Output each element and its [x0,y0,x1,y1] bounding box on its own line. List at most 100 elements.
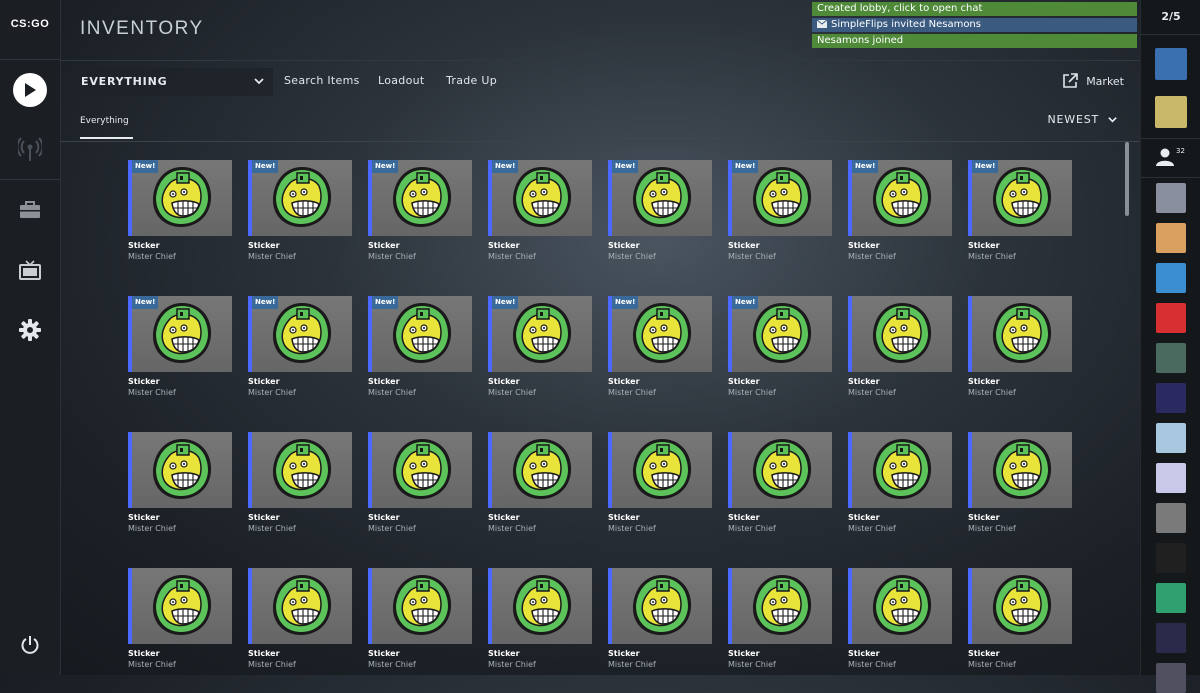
search-items-button[interactable]: Search Items [284,74,360,87]
friend-avatar[interactable] [1156,263,1186,293]
item-type: Sticker [368,513,400,522]
inventory-item[interactable]: Sticker Mister Chief [968,568,1072,670]
inventory-item[interactable]: New! Sticker Mister Chief [248,296,352,398]
inventory-item[interactable]: New! Sticker Mister Chief [608,296,712,398]
item-type: Sticker [128,377,160,386]
item-thumbnail [968,568,1072,644]
notification[interactable]: Created lobby, click to open chat [812,2,1137,16]
item-thumbnail: New! [968,160,1072,236]
inventory-item[interactable]: Sticker Mister Chief [488,568,592,670]
envelope-icon [816,19,828,28]
play-icon [13,73,47,107]
inventory-item[interactable]: Sticker Mister Chief [368,432,472,534]
inventory-item[interactable]: Sticker Mister Chief [608,568,712,670]
trade-up-button[interactable]: Trade Up [446,74,497,87]
item-thumbnail: New! [128,160,232,236]
item-name: Mister Chief [968,660,1016,669]
inventory-item[interactable]: New! Sticker Mister Chief [368,296,472,398]
item-thumbnail [608,568,712,644]
friend-avatar[interactable] [1156,463,1186,493]
friend-avatar[interactable] [1156,383,1186,413]
item-thumbnail [728,432,832,508]
watch-button[interactable] [0,250,60,290]
friend-avatar[interactable] [1156,583,1186,613]
inventory-item[interactable]: Sticker Mister Chief [848,296,952,398]
inventory-item[interactable]: New! Sticker Mister Chief [128,160,232,262]
market-button[interactable]: Market [1062,73,1124,89]
item-type: Sticker [848,649,880,658]
inventory-item[interactable]: Sticker Mister Chief [248,568,352,670]
social-panel: 2/5 32 [1140,0,1200,693]
sticker-image [269,164,335,234]
header: INVENTORY Created lobby, click to open c… [60,0,1140,60]
tab-everything[interactable]: Everything [80,116,129,126]
new-badge: New! [612,160,639,173]
party-member-avatar[interactable] [1155,96,1187,128]
sticker-image [149,300,215,370]
inventory-item[interactable]: Sticker Mister Chief [848,432,952,534]
friend-avatar[interactable] [1156,223,1186,253]
item-thumbnail: New! [488,160,592,236]
friend-avatar[interactable] [1156,543,1186,573]
item-name: Mister Chief [968,252,1016,261]
inventory-scrollbar[interactable] [1124,142,1130,672]
new-badge: New! [492,160,519,173]
inventory-item[interactable]: New! Sticker Mister Chief [248,160,352,262]
friend-avatar[interactable] [1156,303,1186,333]
item-type: Sticker [128,241,160,250]
party-member-avatar[interactable] [1155,48,1187,80]
inventory-item[interactable]: New! Sticker Mister Chief [128,296,232,398]
sort-select[interactable]: NEWEST [1047,113,1118,126]
inventory-item[interactable]: New! Sticker Mister Chief [728,296,832,398]
inventory-item[interactable]: Sticker Mister Chief [128,432,232,534]
friend-avatar[interactable] [1156,503,1186,533]
new-badge: New! [132,296,159,309]
inventory-item[interactable]: New! Sticker Mister Chief [488,296,592,398]
inventory-item[interactable]: Sticker Mister Chief [848,568,952,670]
inventory-item[interactable]: Sticker Mister Chief [128,568,232,670]
watch-broadcast-button[interactable] [0,130,60,170]
item-name: Mister Chief [728,524,776,533]
inventory-item[interactable]: Sticker Mister Chief [728,432,832,534]
sticker-image [749,436,815,506]
inventory-item[interactable]: New! Sticker Mister Chief [368,160,472,262]
new-badge: New! [732,160,759,173]
settings-button[interactable] [0,310,60,350]
loadout-button[interactable]: Loadout [378,74,425,87]
item-name: Mister Chief [128,524,176,533]
inventory-item[interactable]: New! Sticker Mister Chief [488,160,592,262]
notification[interactable]: Nesamons joined [812,34,1137,48]
quit-button[interactable] [0,625,60,665]
friend-avatar[interactable] [1156,663,1186,693]
friend-avatar[interactable] [1156,183,1186,213]
play-button[interactable] [0,70,60,110]
inventory-item[interactable]: Sticker Mister Chief [968,296,1072,398]
friend-avatar[interactable] [1156,623,1186,653]
category-filter-select[interactable]: EVERYTHING [73,68,273,96]
item-thumbnail [368,568,472,644]
item-thumbnail: New! [128,296,232,372]
inventory-item[interactable]: Sticker Mister Chief [968,432,1072,534]
item-type: Sticker [968,649,1000,658]
notification[interactable]: SimpleFlips invited Nesamons [812,18,1137,32]
scrollbar-thumb[interactable] [1125,142,1129,216]
inventory-item[interactable]: New! Sticker Mister Chief [608,160,712,262]
friend-avatar[interactable] [1156,423,1186,453]
inventory-item[interactable]: Sticker Mister Chief [248,432,352,534]
inventory-item[interactable]: Sticker Mister Chief [368,568,472,670]
inventory-button[interactable] [0,190,60,230]
inventory-item[interactable]: New! Sticker Mister Chief [728,160,832,262]
sticker-image [149,572,215,642]
inventory-item[interactable]: Sticker Mister Chief [728,568,832,670]
inventory-item[interactable]: Sticker Mister Chief [608,432,712,534]
notification-text: Created lobby, click to open chat [817,3,983,14]
item-thumbnail [968,296,1072,372]
inventory-item[interactable]: New! Sticker Mister Chief [968,160,1072,262]
item-type: Sticker [488,241,520,250]
inventory-item[interactable]: New! Sticker Mister Chief [848,160,952,262]
item-name: Mister Chief [368,252,416,261]
sticker-image [629,436,695,506]
friends-list-button[interactable] [1149,143,1195,171]
inventory-item[interactable]: Sticker Mister Chief [488,432,592,534]
friend-avatar[interactable] [1156,343,1186,373]
